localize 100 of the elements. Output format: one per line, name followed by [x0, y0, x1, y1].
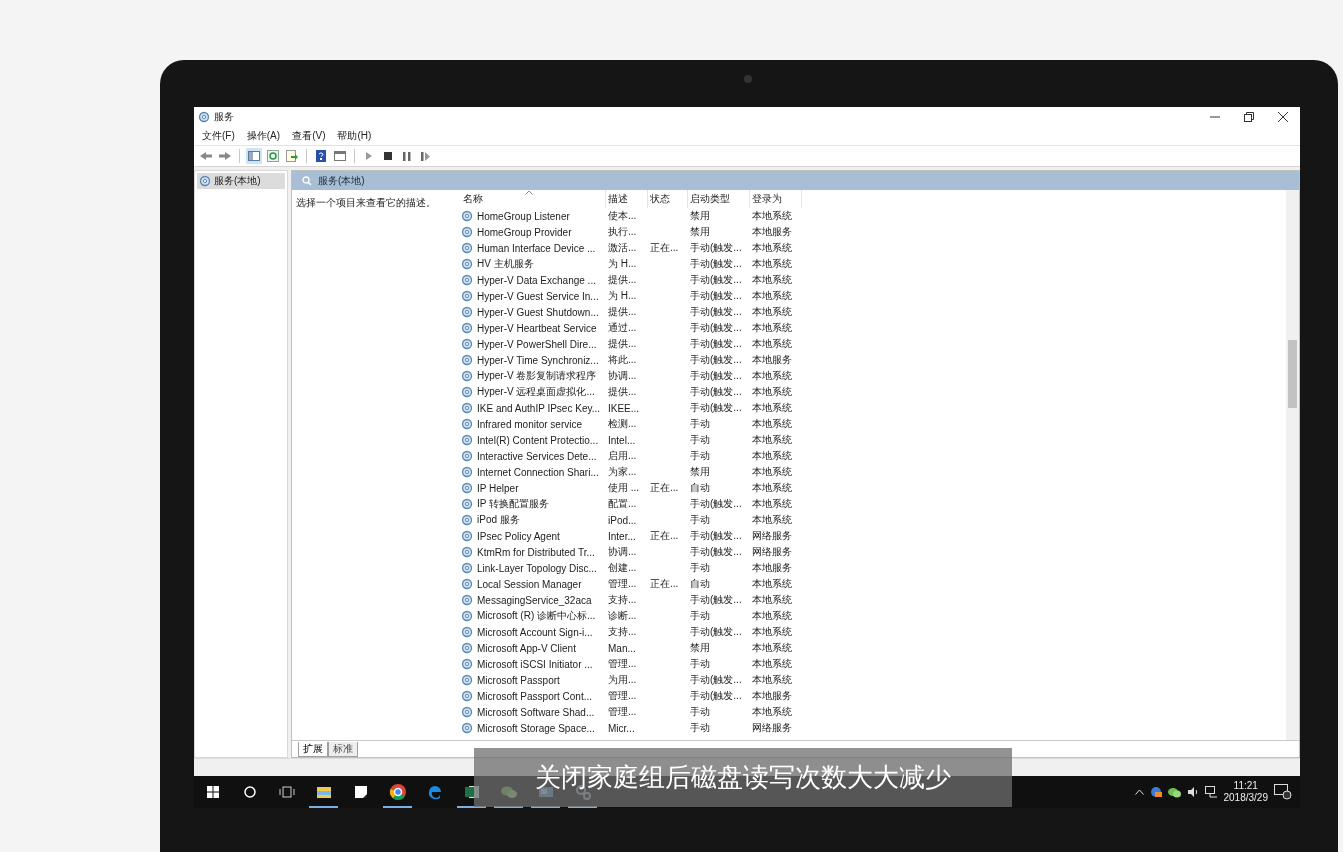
- gear-icon: [461, 482, 473, 494]
- clock-date[interactable]: 2018/3/29: [1223, 792, 1268, 804]
- gear-icon: [461, 530, 473, 542]
- service-name[interactable]: Microsoft Software Shad...: [475, 706, 595, 718]
- help-icon[interactable]: [313, 148, 329, 164]
- table-cell-text: 手动: [689, 609, 711, 623]
- gear-icon: [198, 111, 210, 123]
- edge-icon[interactable]: [428, 786, 441, 800]
- table-cell-text: 本地系统: [751, 257, 793, 271]
- chrome-icon[interactable]: [389, 784, 406, 800]
- service-name[interactable]: Hyper-V Time Synchroniz...: [475, 354, 599, 366]
- table-cell-text: 本地服务: [751, 225, 793, 239]
- service-name[interactable]: Microsoft App-V Client: [475, 642, 576, 654]
- column-header[interactable]: 名称: [461, 190, 606, 208]
- column-header[interactable]: 启动类型: [688, 190, 750, 208]
- table-cell-text: 为 H...: [607, 289, 638, 303]
- service-name[interactable]: HomeGroup Provider: [475, 226, 572, 238]
- service-name[interactable]: Hyper-V Guest Shutdown...: [475, 306, 599, 318]
- export-icon[interactable]: [284, 148, 300, 164]
- service-name[interactable]: Hyper-V Heartbeat Service: [475, 322, 597, 334]
- gear-icon: [461, 722, 473, 734]
- service-name[interactable]: IP Helper: [475, 482, 519, 494]
- console-tree-icon[interactable]: [246, 148, 262, 164]
- service-name[interactable]: Link-Layer Topology Disc...: [475, 562, 597, 574]
- service-name[interactable]: HomeGroup Listener: [475, 210, 570, 222]
- network-icon[interactable]: [1204, 786, 1218, 798]
- column-header[interactable]: 状态: [648, 190, 688, 208]
- caret-up-icon[interactable]: [1134, 789, 1144, 795]
- table-cell-text: 为用...: [607, 673, 638, 687]
- table-cell-text: 本地系统: [751, 385, 793, 399]
- tree-item[interactable]: 服务(本地): [197, 173, 285, 189]
- table-cell-text: 使用 ...: [607, 481, 641, 495]
- note-icon[interactable]: [354, 786, 367, 798]
- table-cell-text: 本地系统: [751, 417, 793, 431]
- refresh-icon[interactable]: [265, 148, 281, 164]
- service-name[interactable]: Local Session Manager: [475, 578, 582, 590]
- menu-item[interactable]: 查看(V): [290, 128, 328, 144]
- service-name[interactable]: Infrared monitor service: [475, 418, 583, 430]
- table-cell-text: 手动: [689, 433, 711, 447]
- service-name[interactable]: Human Interface Device ...: [475, 242, 596, 254]
- service-name[interactable]: Microsoft Passport Cont...: [475, 690, 593, 702]
- table-cell-text: 协调...: [607, 545, 638, 559]
- service-name[interactable]: IP 转换配置服务: [475, 497, 550, 511]
- menu-item[interactable]: 文件(F): [200, 128, 237, 144]
- service-name[interactable]: Internet Connection Shari...: [475, 466, 599, 478]
- speaker-icon[interactable]: [1186, 786, 1199, 798]
- table-cell-text: 手动: [689, 449, 711, 463]
- service-name[interactable]: Microsoft (R) 诊断中心标...: [475, 609, 596, 623]
- table-cell-text: 手动(触发...: [689, 385, 743, 399]
- gear-icon: [461, 626, 473, 638]
- service-name[interactable]: Microsoft iSCSI Initiator ...: [475, 658, 593, 670]
- folder-icon[interactable]: [316, 787, 331, 798]
- service-name[interactable]: Interactive Services Dete...: [475, 450, 597, 462]
- table-cell-text: 本地服务: [751, 561, 793, 575]
- table-cell-text: 管理...: [607, 577, 638, 591]
- table-cell-text: 本地系统: [751, 241, 793, 255]
- service-name[interactable]: iPod 服务: [475, 513, 520, 527]
- service-name[interactable]: Microsoft Passport: [475, 674, 560, 686]
- service-name[interactable]: IPsec Policy Agent: [475, 530, 560, 542]
- service-name[interactable]: Intel(R) Content Protectio...: [475, 434, 599, 446]
- menu-item[interactable]: 帮助(H): [335, 128, 374, 144]
- table-cell-text: 手动: [689, 705, 711, 719]
- table-cell-text: 手动(触发...: [689, 257, 743, 271]
- chat-icon[interactable]: [1167, 786, 1181, 798]
- table-cell-text: IKEE...: [607, 402, 641, 414]
- table-cell-text: 正在...: [649, 481, 680, 495]
- service-name[interactable]: Hyper-V PowerShell Dire...: [475, 338, 597, 350]
- gear-icon: [461, 546, 473, 558]
- table-cell-text: 检测...: [607, 417, 638, 431]
- service-name[interactable]: Hyper-V Data Exchange ...: [475, 274, 596, 286]
- notification-icon[interactable]: [1274, 784, 1292, 800]
- table-cell-text: 将此...: [607, 353, 638, 367]
- scrollbar[interactable]: [1286, 190, 1299, 740]
- service-name[interactable]: Hyper-V 远程桌面虚拟化...: [475, 385, 595, 399]
- service-name[interactable]: HV 主机服务: [475, 257, 534, 271]
- menu-item[interactable]: 操作(A): [244, 128, 283, 144]
- service-name[interactable]: Microsoft Storage Space...: [475, 722, 595, 734]
- properties-icon[interactable]: [332, 148, 348, 164]
- table-cell-text: 正在...: [649, 241, 680, 255]
- cloud-icon[interactable]: [1149, 786, 1162, 798]
- table-cell-text: 本地系统: [751, 305, 793, 319]
- gear-icon: [461, 306, 473, 318]
- service-name[interactable]: Hyper-V 卷影复制请求程序: [475, 369, 597, 383]
- table-cell-text: 启用...: [607, 449, 638, 463]
- service-name[interactable]: IKE and AuthIP IPsec Key...: [475, 402, 601, 414]
- table-cell-text: 本地系统: [751, 465, 793, 479]
- clock-time[interactable]: 11:21: [1233, 780, 1258, 792]
- service-name[interactable]: Microsoft Account Sign-i...: [475, 626, 593, 638]
- close-icon: [1278, 112, 1288, 122]
- gear-icon: [461, 706, 473, 718]
- view-tab[interactable]: 标准: [328, 742, 358, 757]
- table-cell-text: 手动(触发...: [689, 353, 743, 367]
- view-tab[interactable]: 扩展: [298, 742, 328, 757]
- column-header[interactable]: 登录为: [750, 190, 802, 208]
- gear-icon: [461, 258, 473, 270]
- column-header[interactable]: 描述: [606, 190, 648, 208]
- table-cell-text: 支持...: [607, 593, 638, 607]
- service-name[interactable]: Hyper-V Guest Service In...: [475, 290, 599, 302]
- service-name[interactable]: MessagingService_32aca: [475, 594, 592, 606]
- service-name[interactable]: KtmRm for Distributed Tr...: [475, 546, 595, 558]
